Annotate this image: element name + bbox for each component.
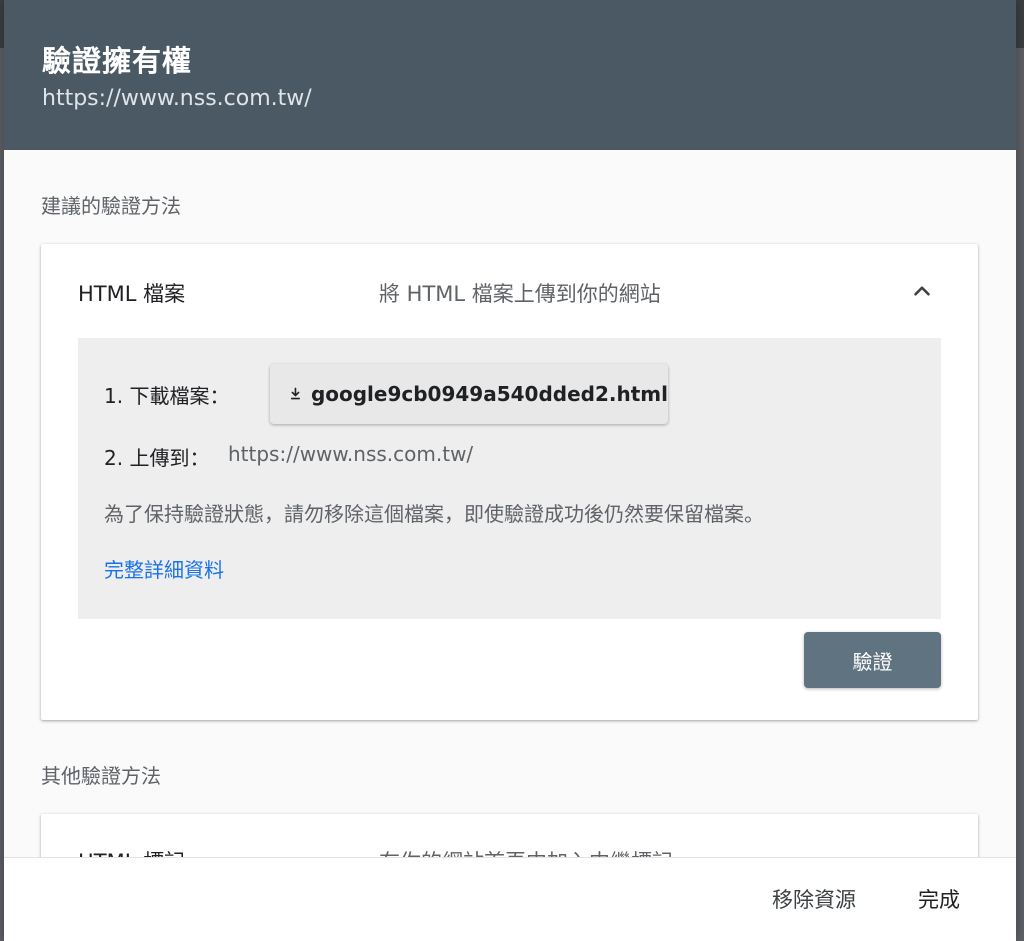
dialog-header: 驗證擁有權 https://www.nss.com.tw/ (4, 0, 1016, 150)
html-file-method-card: HTML 檔案 將 HTML 檔案上傳到你的網站 1. 下載檔案： google… (41, 244, 978, 720)
verify-ownership-dialog: 驗證擁有權 https://www.nss.com.tw/ 建議的驗證方法 HT… (4, 0, 1016, 941)
other-methods-heading: 其他驗證方法 (41, 764, 161, 788)
method-instructions-panel: 1. 下載檔案： google9cb0949a540dded2.html 2. … (78, 338, 941, 619)
download-filename: google9cb0949a540dded2.html (310, 382, 668, 406)
step-download-label: 1. 下載檔案： (104, 384, 230, 408)
recommended-methods-heading: 建議的驗證方法 (41, 194, 181, 218)
keep-file-note: 為了保持驗證狀態，請勿移除這個檔案，即使驗證成功後仍然要保留檔案。 (104, 502, 764, 526)
full-details-link[interactable]: 完整詳細資料 (104, 554, 224, 583)
dialog-title: 驗證擁有權 (42, 44, 193, 78)
step-upload-label: 2. 上傳到： (104, 446, 210, 470)
upload-url: https://www.nss.com.tw/ (228, 442, 474, 466)
verify-button[interactable]: 驗證 (804, 632, 941, 688)
download-file-button[interactable]: google9cb0949a540dded2.html (270, 364, 668, 424)
other-method-name[interactable]: HTML 標記 (78, 846, 185, 857)
chevron-up-icon[interactable] (909, 278, 935, 304)
property-url: https://www.nss.com.tw/ (42, 86, 312, 111)
other-method-description[interactable]: 在你的網站首頁中加入中繼標記 (379, 846, 673, 857)
html-tag-method-card[interactable]: HTML 標記 在你的網站首頁中加入中繼標記 (41, 814, 978, 857)
done-button[interactable]: 完成 (918, 884, 960, 914)
remove-property-button[interactable]: 移除資源 (772, 884, 856, 914)
dialog-content[interactable]: 建議的驗證方法 HTML 檔案 將 HTML 檔案上傳到你的網站 1. 下載檔案… (4, 150, 1016, 857)
method-name[interactable]: HTML 檔案 (78, 278, 185, 308)
download-icon (291, 387, 300, 400)
method-description[interactable]: 將 HTML 檔案上傳到你的網站 (379, 278, 661, 308)
dialog-footer: 移除資源 完成 (4, 857, 1016, 941)
